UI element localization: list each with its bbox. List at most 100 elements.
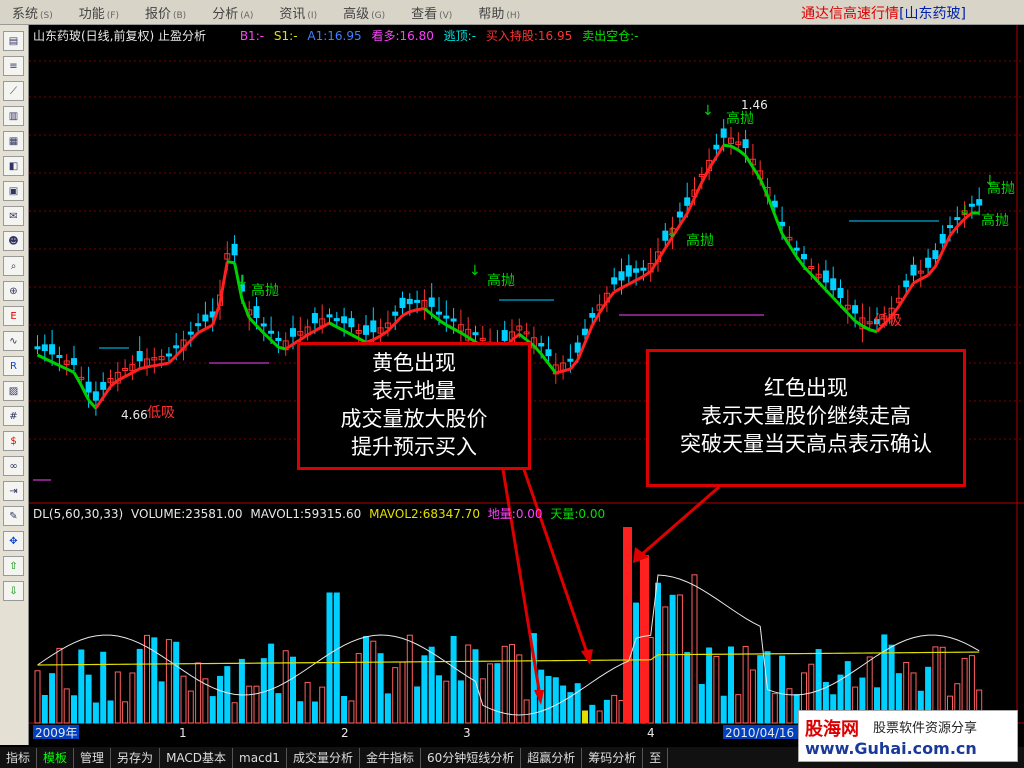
- x-axis-label: 2009年: [35, 726, 78, 740]
- zoom-icon[interactable]: ⊕: [3, 281, 24, 301]
- up-arrow-icon[interactable]: ⇧: [3, 556, 24, 576]
- volume-bar: [122, 701, 129, 724]
- tab-3[interactable]: 另存为: [111, 747, 161, 768]
- volume-value: VOLUME:23581.00: [131, 507, 243, 521]
- ma-line: [869, 328, 878, 334]
- candle-body: [538, 342, 545, 347]
- list-icon[interactable]: ≡: [3, 56, 24, 76]
- candle-body: [976, 199, 983, 206]
- ma-line: [802, 265, 813, 276]
- ma-line: [227, 260, 235, 265]
- kline-icon[interactable]: ⟋: [3, 81, 24, 101]
- volume-bar: [436, 675, 442, 724]
- candle-body: [56, 355, 63, 359]
- volume-bar: [450, 636, 457, 724]
- quote-icon[interactable]: ▤: [3, 31, 24, 51]
- table-icon[interactable]: ▦: [3, 131, 24, 151]
- menu-system[interactable]: 系统 (S): [12, 3, 53, 22]
- tab-0[interactable]: 指标: [0, 747, 38, 768]
- signal-low-buy: 低吸: [874, 313, 902, 329]
- chart-icon[interactable]: ▥: [3, 106, 24, 126]
- tab-7[interactable]: 金牛指标: [360, 747, 421, 768]
- mail-icon[interactable]: ✉: [3, 206, 24, 226]
- ma-line: [336, 325, 345, 333]
- candle-body: [947, 225, 953, 229]
- volume-bar: [742, 645, 749, 724]
- candle-body: [49, 344, 56, 355]
- signal-high-sell: 高抛: [251, 282, 279, 299]
- tab-2[interactable]: 管理: [74, 747, 112, 768]
- volume-bar: [209, 696, 216, 724]
- ma-line: [912, 277, 922, 285]
- news-icon[interactable]: ▣: [3, 181, 24, 201]
- menu-advanced[interactable]: 高级 (G): [343, 3, 385, 22]
- candle-body: [363, 325, 369, 335]
- volume-bar: [195, 662, 202, 724]
- tab-9[interactable]: 超赢分析: [521, 747, 583, 768]
- pencil-icon[interactable]: ✎: [3, 506, 24, 526]
- menu-function[interactable]: 功能 (F): [79, 3, 119, 22]
- volume-bar: [749, 669, 756, 724]
- image-icon[interactable]: ▨: [3, 381, 24, 401]
- search-icon[interactable]: ⌕: [3, 256, 24, 276]
- calc-icon[interactable]: #: [3, 406, 24, 426]
- users-icon[interactable]: ☻: [3, 231, 24, 251]
- annotation-line: 表示天量股价继续走高: [701, 404, 911, 428]
- move-icon[interactable]: ✥: [3, 531, 24, 551]
- mairu-value: 买入持股:16.95: [485, 29, 573, 43]
- etf-icon[interactable]: E: [3, 306, 24, 326]
- ma-line: [372, 334, 382, 342]
- dollar-icon[interactable]: $: [3, 431, 24, 451]
- tab-8[interactable]: 60分钟短线分析: [421, 747, 522, 768]
- volume-bar: [304, 681, 311, 724]
- tab-11[interactable]: 至: [643, 747, 669, 768]
- volume-bar: [333, 592, 340, 724]
- ma-line: [124, 371, 134, 378]
- volume-bar: [509, 644, 515, 724]
- volume-bar: [92, 702, 99, 724]
- menu-view[interactable]: 查看 (V): [411, 3, 452, 22]
- volume-bar-tianliang: [640, 555, 649, 723]
- ma-line: [66, 367, 75, 374]
- ma-line: [788, 244, 798, 258]
- candle-body: [801, 254, 807, 260]
- tab-10[interactable]: 筹码分析: [582, 747, 644, 768]
- ma-line: [204, 323, 214, 331]
- candle-body: [202, 314, 209, 322]
- ma-line: [854, 319, 864, 328]
- down-arrow-icon[interactable]: ⇩: [3, 581, 24, 601]
- volume-bar: [34, 670, 41, 724]
- menu-info[interactable]: 资讯 (I): [279, 3, 317, 22]
- tab-5[interactable]: macd1: [233, 747, 287, 768]
- volume-bar: [107, 700, 114, 724]
- exit-icon[interactable]: ⇥: [3, 481, 24, 501]
- candle-body: [567, 358, 574, 362]
- ma-line: [154, 362, 162, 368]
- volume-bar: [341, 696, 348, 724]
- menu-analysis[interactable]: 分析 (A): [212, 3, 253, 22]
- link-icon[interactable]: ∞: [3, 456, 24, 476]
- rsi-icon[interactable]: R: [3, 356, 24, 376]
- chart-area[interactable]: 高抛 高抛 高抛 高抛 高抛 高抛 低吸 低吸 4.66 1.46 ↓ ↓ ↓ ↓ ↓ ↓ 2009年 1 2 3 4 2…: [29, 25, 1024, 747]
- ma-line: [182, 339, 192, 350]
- volume-bar: [275, 693, 282, 724]
- ma-line: [409, 308, 418, 314]
- sector-icon[interactable]: ◧: [3, 156, 24, 176]
- menu-quote[interactable]: 报价 (B): [145, 3, 186, 22]
- candle-body: [34, 346, 41, 350]
- menu-help[interactable]: 帮助 (H): [478, 3, 520, 22]
- candle-body: [837, 287, 844, 299]
- ma-line: [328, 321, 338, 329]
- tab-1[interactable]: 模板: [37, 747, 75, 768]
- candle-body: [582, 328, 588, 336]
- ma-line: [656, 247, 667, 261]
- tab-4[interactable]: MACD基本: [160, 747, 234, 768]
- ma-line: [613, 286, 623, 294]
- line-icon[interactable]: ∿: [3, 331, 24, 351]
- ma-line: [284, 342, 294, 351]
- signal-high-sell: 高抛: [686, 232, 714, 249]
- down-arrow-marker: ↓: [666, 225, 678, 241]
- candle-body: [136, 351, 143, 362]
- ma-line: [51, 360, 61, 367]
- tab-6[interactable]: 成交量分析: [287, 747, 360, 768]
